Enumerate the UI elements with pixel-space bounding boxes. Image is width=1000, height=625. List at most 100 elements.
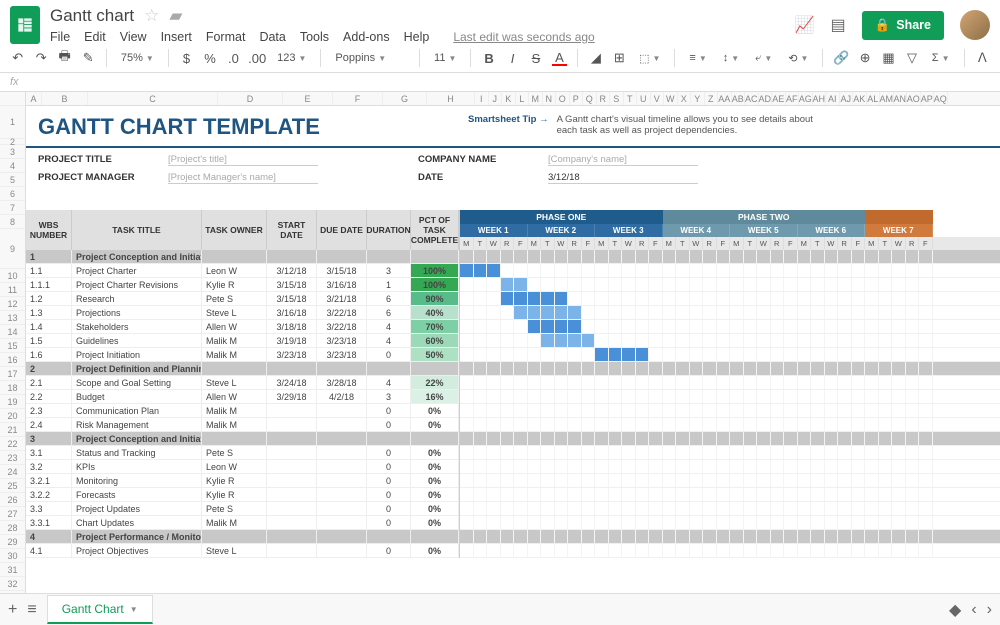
filter-icon[interactable]: ▽	[904, 50, 919, 66]
row-hdr[interactable]: 28	[0, 521, 25, 535]
italic-icon[interactable]: I	[505, 50, 520, 66]
row-hdr[interactable]: 26	[0, 493, 25, 507]
row-hdr[interactable]: 7	[0, 201, 25, 215]
day-cell[interactable]: M	[663, 237, 677, 250]
day-cell[interactable]: M	[730, 237, 744, 250]
company-value[interactable]: [Company's name]	[548, 154, 698, 166]
strike-icon[interactable]: S	[528, 50, 543, 66]
paint-format-icon[interactable]: ✎	[80, 50, 95, 66]
col-title[interactable]: TASK TITLE	[72, 210, 202, 250]
day-cell[interactable]: W	[825, 237, 839, 250]
day-cell[interactable]: R	[838, 237, 852, 250]
col-hdr[interactable]: AF	[786, 92, 800, 105]
comment-icon[interactable]: ⊕	[857, 50, 872, 66]
explore-icon[interactable]: ◆	[949, 600, 961, 620]
collapse-icon[interactable]: ᐱ	[975, 50, 990, 66]
col-hdr[interactable]: N	[543, 92, 557, 105]
day-cell[interactable]: M	[528, 237, 542, 250]
col-hdr[interactable]: H	[427, 92, 475, 105]
row-hdr[interactable]: 17	[0, 367, 25, 381]
table-row[interactable]: 3.3.1Chart UpdatesMalik M00%	[26, 516, 459, 530]
day-cell[interactable]: T	[811, 237, 825, 250]
menu-tools[interactable]: Tools	[300, 30, 329, 44]
font-size-dropdown[interactable]: 11▼	[430, 50, 460, 66]
row-hdr[interactable]: 23	[0, 451, 25, 465]
menu-help[interactable]: Help	[404, 30, 430, 44]
formula-bar[interactable]: fx	[0, 73, 1000, 92]
row-hdr[interactable]: 30	[0, 549, 25, 563]
col-hdr[interactable]: S	[610, 92, 624, 105]
fill-color-icon[interactable]: ◢	[588, 50, 603, 66]
table-row[interactable]: 3.2KPIsLeon W00%	[26, 460, 459, 474]
col-hdr[interactable]: AH	[813, 92, 827, 105]
row-hdr[interactable]: 16	[0, 353, 25, 367]
menu-edit[interactable]: Edit	[84, 30, 106, 44]
menu-data[interactable]: Data	[259, 30, 285, 44]
col-hdr[interactable]: Y	[691, 92, 705, 105]
corner-cell[interactable]	[0, 92, 25, 106]
col-hdr[interactable]: O	[556, 92, 570, 105]
table-row[interactable]: 1.6Project InitiationMalik M3/23/183/23/…	[26, 348, 459, 362]
col-hdr[interactable]: AE	[772, 92, 786, 105]
percent-icon[interactable]: %	[202, 50, 217, 66]
table-row[interactable]: 1.2ResearchPete S3/15/183/21/18690%	[26, 292, 459, 306]
week-cell[interactable]: WEEK 2	[528, 224, 596, 237]
row-hdr[interactable]: 29	[0, 535, 25, 549]
day-cell[interactable]: M	[595, 237, 609, 250]
day-cell[interactable]: R	[771, 237, 785, 250]
day-cell[interactable]: F	[784, 237, 798, 250]
col-hdr[interactable]: AC	[745, 92, 759, 105]
link-icon[interactable]: 🔗	[833, 50, 849, 66]
row-hdr[interactable]: 10	[0, 269, 25, 283]
zoom-dropdown[interactable]: 75%▼	[117, 50, 158, 66]
col-hdr[interactable]: A	[26, 92, 42, 105]
number-format-dropdown[interactable]: 123▼	[273, 50, 310, 66]
row-hdr[interactable]: 11	[0, 283, 25, 297]
star-icon[interactable]: ☆	[144, 6, 159, 26]
table-row[interactable]: 3Project Conception and Initiation	[26, 432, 459, 446]
phase-cell[interactable]: PHASE TWO	[663, 210, 866, 224]
row-hdr[interactable]: 25	[0, 479, 25, 493]
row-hdr[interactable]: 19	[0, 395, 25, 409]
dec-decrease-icon[interactable]: .0	[226, 50, 241, 66]
font-dropdown[interactable]: Poppins▼	[331, 50, 409, 66]
day-cell[interactable]: F	[852, 237, 866, 250]
table-row[interactable]: 2.2BudgetAllen W3/29/184/2/18316%	[26, 390, 459, 404]
table-row[interactable]: 1.3ProjectionsSteve L3/16/183/22/18640%	[26, 306, 459, 320]
day-cell[interactable]: T	[474, 237, 488, 250]
row-hdr[interactable]: 18	[0, 381, 25, 395]
table-row[interactable]: 1.5GuidelinesMalik M3/19/183/23/18460%	[26, 334, 459, 348]
day-cell[interactable]: T	[541, 237, 555, 250]
day-cell[interactable]: F	[919, 237, 933, 250]
menu-format[interactable]: Format	[206, 30, 246, 44]
row-hdr[interactable]: 20	[0, 409, 25, 423]
col-hdr[interactable]: AL	[867, 92, 881, 105]
col-hdr[interactable]: AO	[907, 92, 921, 105]
table-row[interactable]: 4Project Performance / Monitoring	[26, 530, 459, 544]
row-hdr[interactable]: 9	[0, 229, 25, 269]
day-cell[interactable]: T	[744, 237, 758, 250]
row-hdr[interactable]: 6	[0, 187, 25, 201]
all-sheets-icon[interactable]: ≡	[27, 601, 36, 619]
sheets-logo[interactable]	[10, 6, 40, 44]
col-hdr[interactable]: AJ	[840, 92, 854, 105]
col-hdr[interactable]: AI	[826, 92, 840, 105]
day-cell[interactable]: T	[879, 237, 893, 250]
undo-icon[interactable]: ↶	[10, 50, 25, 66]
scroll-left-icon[interactable]: ‹	[971, 601, 976, 619]
col-hdr[interactable]: Z	[705, 92, 719, 105]
comments-icon[interactable]: ▤	[831, 15, 846, 35]
table-row[interactable]: 2.3Communication PlanMalik M00%	[26, 404, 459, 418]
menu-insert[interactable]: Insert	[161, 30, 192, 44]
add-sheet-icon[interactable]: +	[8, 601, 17, 619]
table-row[interactable]: 4.1Project ObjectivesSteve L00%	[26, 544, 459, 558]
day-cell[interactable]: M	[460, 237, 474, 250]
menu-file[interactable]: File	[50, 30, 70, 44]
last-edit[interactable]: Last edit was seconds ago	[453, 30, 594, 44]
col-hdr[interactable]: D	[218, 92, 283, 105]
col-hdr[interactable]: AB	[732, 92, 746, 105]
bold-icon[interactable]: B	[481, 50, 496, 66]
menu-view[interactable]: View	[120, 30, 147, 44]
day-cell[interactable]: M	[798, 237, 812, 250]
doc-title[interactable]: Gantt chart	[50, 6, 134, 26]
